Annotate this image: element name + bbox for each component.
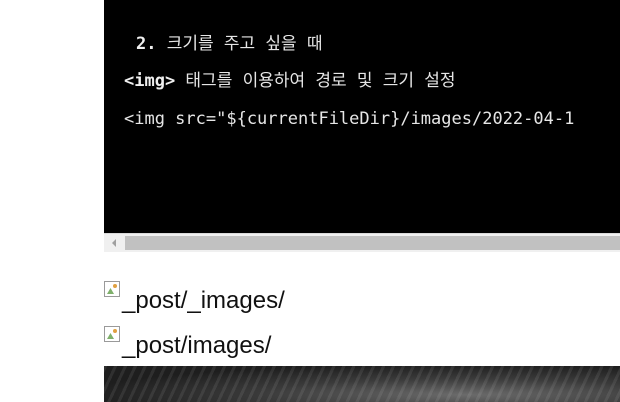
broken-image-1: _post/_images/ xyxy=(104,281,285,314)
broken-image-icon xyxy=(104,281,120,297)
broken-image-2: _post/images/ xyxy=(104,326,271,359)
horizontal-scrollbar[interactable] xyxy=(104,233,620,252)
chevron-left-icon xyxy=(112,239,116,247)
code-line-1: 2. 크기를 주고 싶을 때 xyxy=(136,34,323,54)
embedded-photo xyxy=(104,366,620,402)
code-line-3: <img src="${currentFileDir}/images/2022-… xyxy=(124,109,575,129)
image-alt-text: _post/images/ xyxy=(122,332,272,359)
code-line-2-text: 태그를 이용하여 경로 및 크기 설정 xyxy=(175,71,456,91)
code-line-1-text: 크기를 주고 싶을 때 xyxy=(156,34,323,54)
broken-image-icon xyxy=(104,326,120,342)
image-alt-text: _post/_images/ xyxy=(122,287,285,314)
code-line-1-number: 2. xyxy=(136,34,157,54)
scroll-thumb[interactable] xyxy=(125,236,620,250)
code-block: 2. 크기를 주고 싶을 때 <img> 태그를 이용하여 경로 및 크기 설정… xyxy=(104,0,620,233)
code-line-2-tag: <img> xyxy=(124,71,176,91)
scroll-left-button[interactable] xyxy=(104,234,124,252)
page: 2. 크기를 주고 싶을 때 <img> 태그를 이용하여 경로 및 크기 설정… xyxy=(0,0,620,402)
code-line-2: <img> 태그를 이용하여 경로 및 크기 설정 xyxy=(124,71,456,91)
